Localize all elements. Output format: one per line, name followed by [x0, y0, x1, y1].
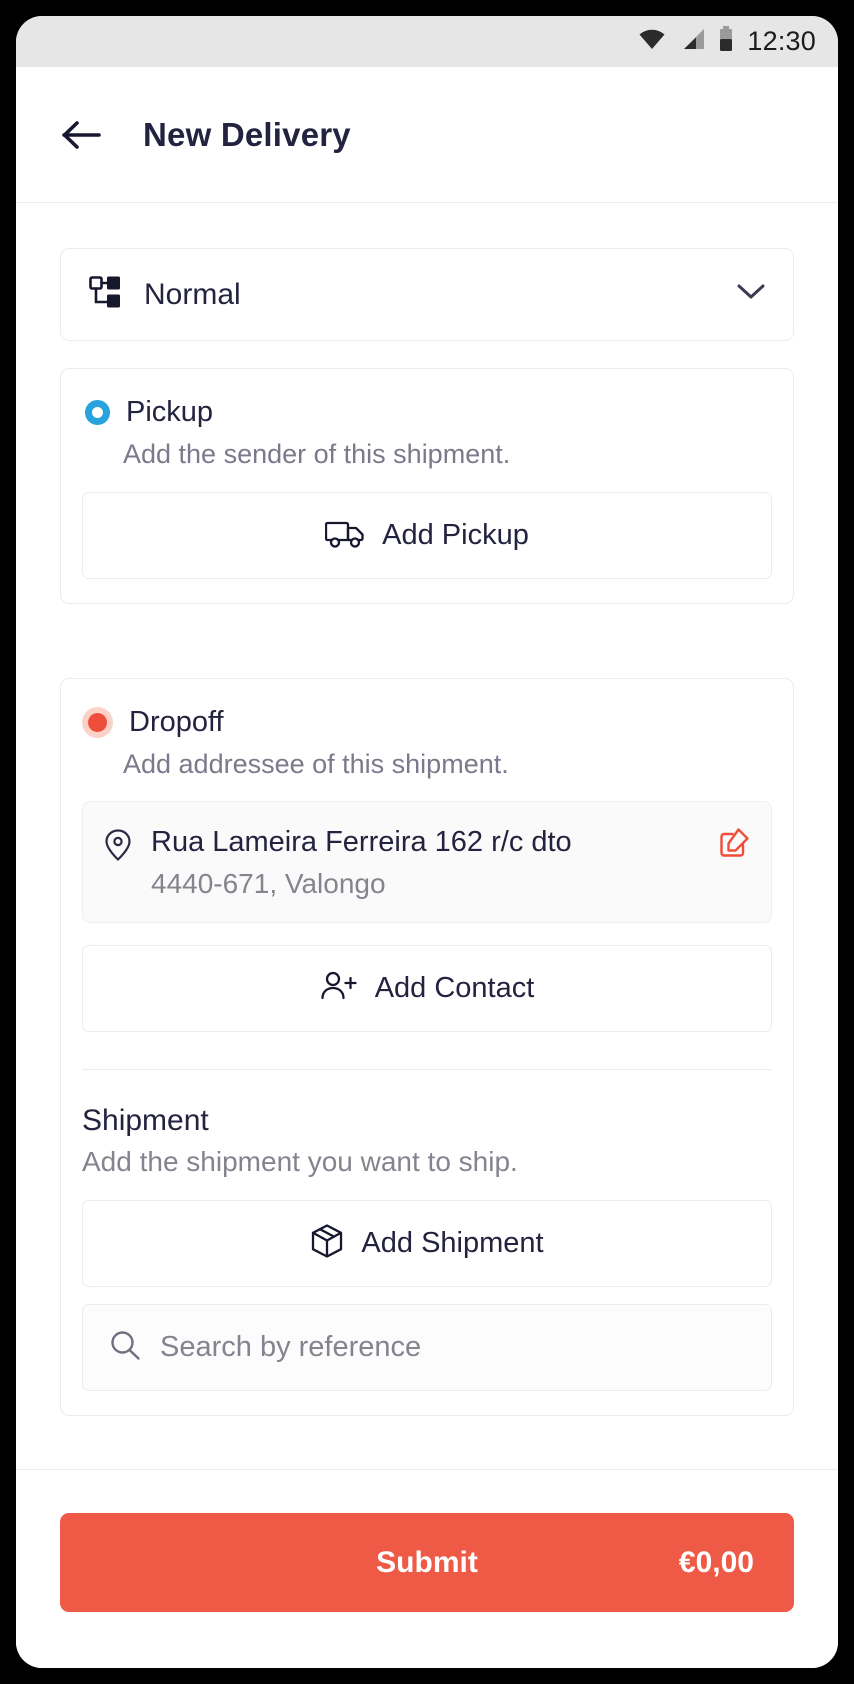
dropoff-address-text: Rua Lameira Ferreira 162 r/c dto 4440-67…: [151, 824, 701, 900]
section-divider: [82, 1069, 772, 1071]
service-type-value: Normal: [144, 277, 241, 311]
dropoff-subtitle: Add addressee of this shipment.: [123, 749, 509, 779]
package-box-icon: [310, 1223, 344, 1264]
status-bar-clock: 12:30: [747, 26, 816, 56]
pickup-card: Pickup Add the sender of this shipment. …: [60, 368, 794, 604]
shipment-section-title: Shipment: [82, 1104, 209, 1138]
pickup-title: Pickup: [126, 396, 214, 428]
add-contact-button[interactable]: Add Contact: [82, 945, 772, 1033]
wifi-icon: [638, 28, 666, 55]
submit-total-price: €0,00: [678, 1545, 754, 1579]
edit-square-icon[interactable]: [719, 824, 751, 863]
add-shipment-label: Add Shipment: [361, 1227, 544, 1260]
reference-search-input[interactable]: Search by reference: [82, 1304, 772, 1392]
pickup-marker-icon: [85, 400, 110, 425]
page-title: New Delivery: [143, 115, 351, 153]
add-pickup-label: Add Pickup: [382, 519, 529, 551]
shipment-section-subtitle: Add the shipment you want to ship.: [82, 1146, 518, 1178]
bottom-action-bar: Submit €0,00: [16, 1469, 838, 1668]
arrow-left-icon[interactable]: [60, 113, 104, 157]
dropoff-header: Dropoff: [82, 706, 772, 739]
dropoff-address-box[interactable]: Rua Lameira Ferreira 162 r/c dto 4440-67…: [82, 801, 772, 924]
reference-search-placeholder: Search by reference: [160, 1331, 422, 1364]
flow-hierarchy-icon: [88, 275, 122, 314]
service-type-select[interactable]: Normal: [60, 248, 794, 341]
pickup-subtitle: Add the sender of this shipment.: [123, 439, 511, 469]
cellular-signal-icon: [679, 28, 705, 55]
submit-button-label: Submit: [376, 1545, 478, 1579]
add-contact-label: Add Contact: [374, 972, 535, 1005]
user-plus-icon: [320, 970, 358, 1007]
phone-screen: 12:30 New Delivery Normal Pickup Add the…: [16, 16, 838, 1668]
chevron-down-icon[interactable]: [736, 283, 766, 306]
truck-icon: [324, 517, 365, 554]
add-shipment-button[interactable]: Add Shipment: [82, 1200, 772, 1288]
add-pickup-button[interactable]: Add Pickup: [82, 492, 772, 579]
dropoff-card: Dropoff Add addressee of this shipment. …: [60, 678, 794, 1417]
submit-button[interactable]: Submit €0,00: [60, 1513, 794, 1612]
map-pin-icon: [103, 824, 133, 867]
status-bar: 12:30: [16, 16, 838, 67]
battery-icon: [718, 26, 734, 57]
address-line-2: 4440-671, Valongo: [151, 868, 386, 900]
dropoff-marker-icon: [82, 707, 113, 738]
search-icon: [109, 1329, 141, 1366]
address-line-1: Rua Lameira Ferreira 162 r/c dto: [151, 826, 572, 858]
dropoff-title: Dropoff: [129, 706, 224, 738]
app-bar: New Delivery: [16, 67, 838, 203]
form-scroll-area[interactable]: Normal Pickup Add the sender of this shi…: [16, 203, 838, 1469]
pickup-header: Pickup: [82, 396, 772, 429]
